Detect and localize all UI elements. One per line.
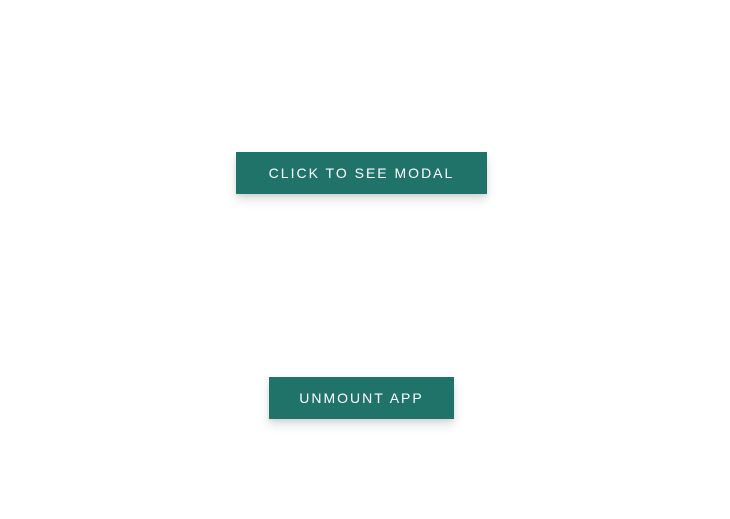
unmount-app-button[interactable]: UNMOUNT APP: [269, 377, 454, 419]
open-modal-button[interactable]: CLICK TO SEE MODAL: [236, 152, 487, 194]
